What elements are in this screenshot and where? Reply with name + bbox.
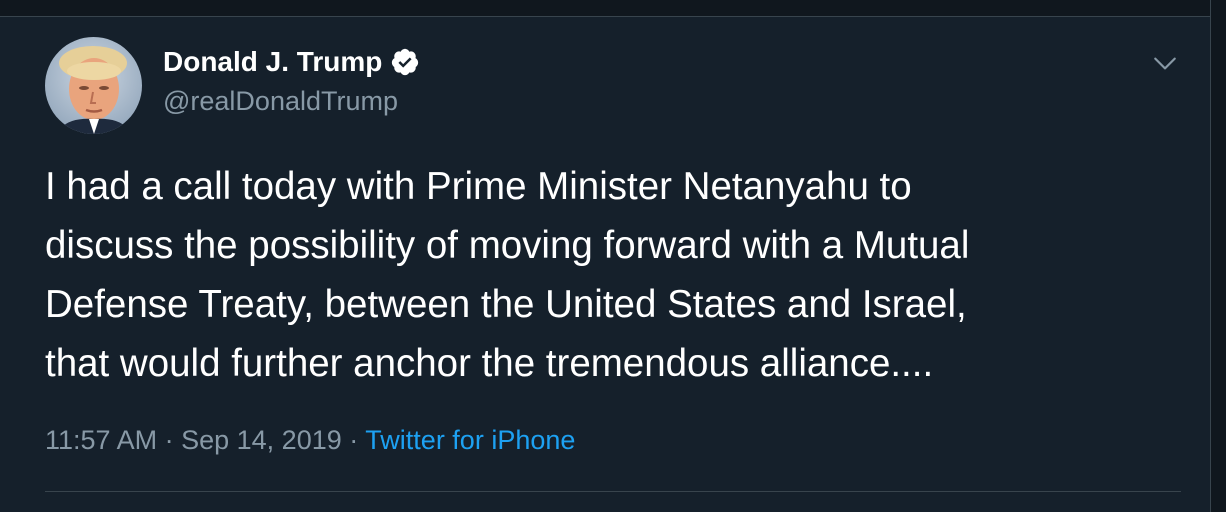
- tweet-text-line: discuss the possibility of moving forwar…: [45, 224, 970, 267]
- tweet-meta: 11:57 AM · Sep 14, 2019 · Twitter for iP…: [45, 425, 575, 456]
- author-name-row[interactable]: Donald J. Trump: [163, 46, 420, 78]
- tweet-source-link[interactable]: Twitter for iPhone: [365, 425, 575, 455]
- display-name[interactable]: Donald J. Trump: [163, 46, 382, 78]
- top-border: [0, 0, 1226, 17]
- chevron-down-icon[interactable]: [1152, 50, 1178, 76]
- profile-photo-icon: [45, 37, 142, 134]
- tweet-text-line: that would further anchor the tremendous…: [45, 342, 934, 385]
- tweet-text: I had a call today with Prime Minister N…: [45, 157, 1185, 393]
- tweet-text-line: I had a call today with Prime Minister N…: [45, 165, 912, 208]
- tweet-card: Donald J. Trump @realDonaldTrump I had a…: [0, 0, 1226, 512]
- verified-badge-icon: [392, 48, 419, 76]
- meta-separator: ·: [349, 425, 359, 455]
- bottom-divider: [45, 491, 1181, 492]
- right-border: [1210, 0, 1226, 512]
- avatar[interactable]: [45, 37, 142, 134]
- meta-separator: ·: [164, 425, 174, 455]
- tweet-date[interactable]: Sep 14, 2019: [181, 425, 342, 455]
- tweet-time[interactable]: 11:57 AM: [45, 425, 157, 455]
- tweet-text-line: Defense Treaty, between the United State…: [45, 283, 967, 326]
- author-handle[interactable]: @realDonaldTrump: [163, 86, 398, 117]
